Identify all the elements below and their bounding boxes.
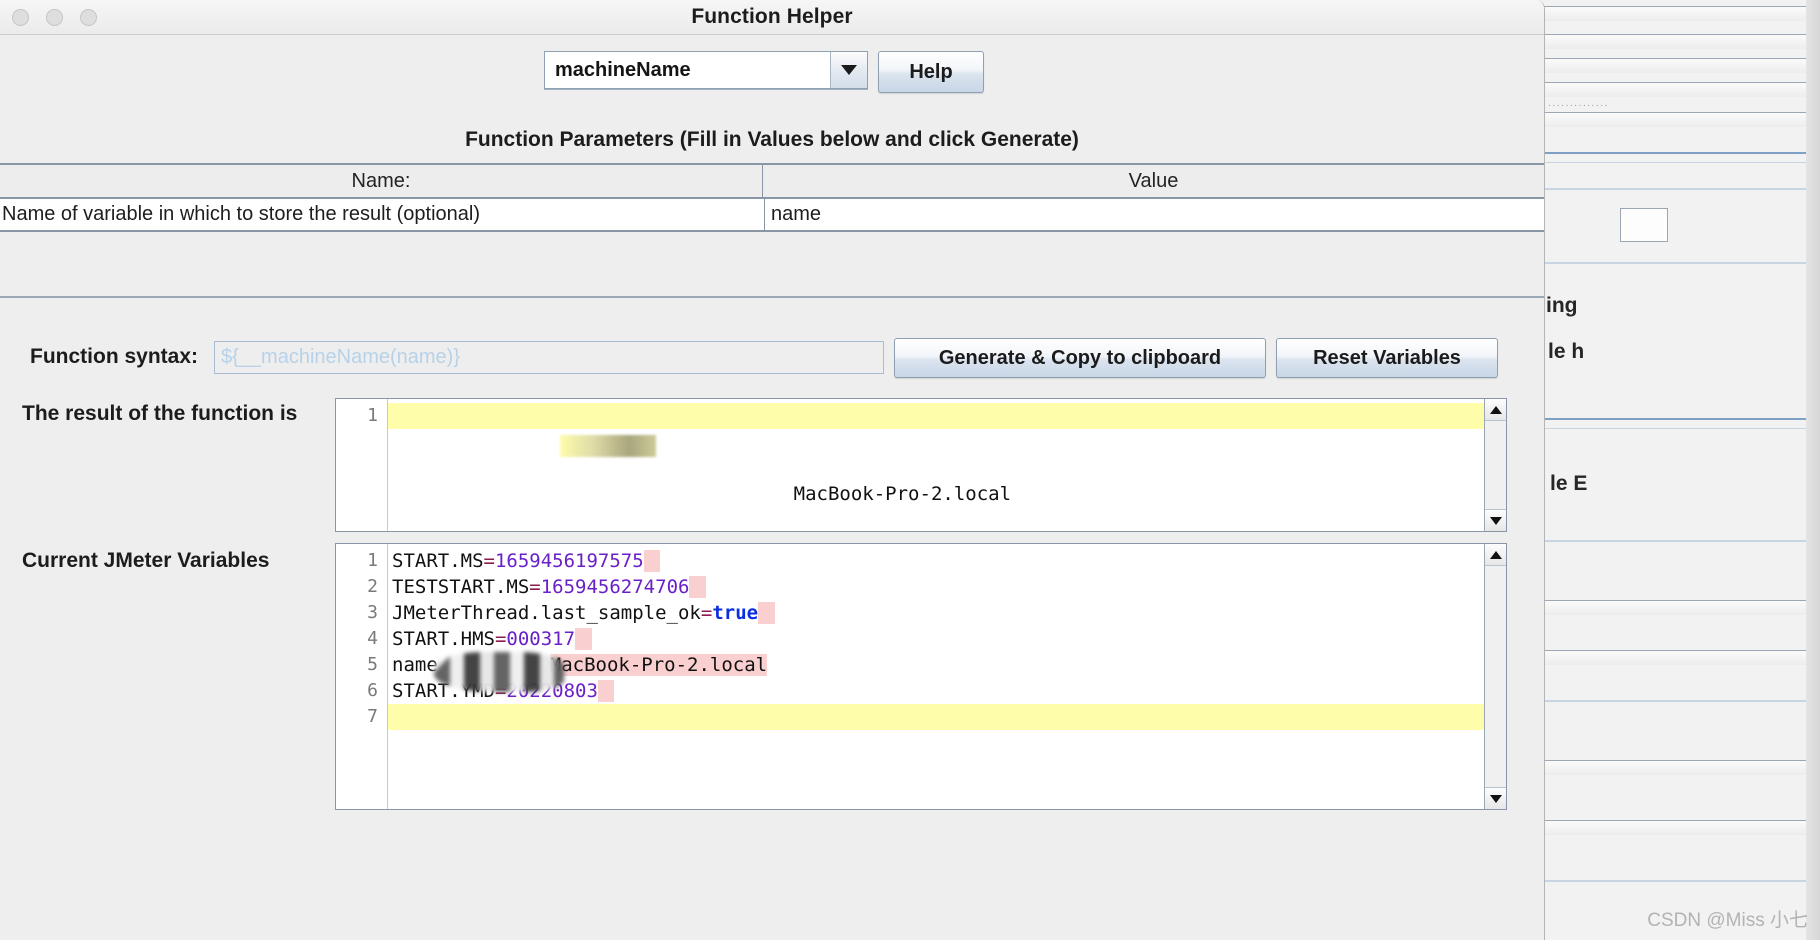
variable-key: TESTSTART.MS (392, 576, 530, 598)
triangle-down-icon[interactable] (1485, 787, 1506, 809)
watermark: CSDN @Miss 小七 (1647, 910, 1808, 931)
background-field[interactable] (1620, 208, 1668, 242)
background-fragment-3: le E (1550, 472, 1588, 495)
title-bar[interactable]: Function Helper (0, 0, 1544, 35)
window-title: Function Helper (691, 5, 853, 28)
function-syntax-label: Function syntax: (30, 345, 199, 368)
chevron-down-icon[interactable] (831, 52, 867, 88)
generate-copy-button[interactable]: Generate & Copy to clipboard (894, 338, 1266, 378)
table-row[interactable]: Name of variable in which to store the r… (0, 199, 1544, 232)
variable-value: 1659456197575 (494, 550, 644, 572)
variable-line: TESTSTART.MS=1659456274706 (388, 574, 1506, 600)
function-syntax-input[interactable]: ${__machineName(name)} (214, 341, 884, 374)
variables-code-area[interactable]: START.MS=1659456197575 TESTSTART.MS=1659… (388, 544, 1506, 809)
triangle-down-icon[interactable] (1485, 509, 1506, 531)
result-line: MacBook-Pro-2.local (388, 403, 1506, 505)
line-number: 3 (367, 602, 378, 623)
variable-line-empty (388, 704, 1506, 730)
variable-line: name MacBook-Pro-2.local (388, 652, 1506, 692)
parameter-value-cell[interactable]: name (765, 199, 1544, 230)
variables-line-numbers: 1 2 3 4 5 6 7 (336, 544, 388, 809)
line-number: 6 (367, 680, 378, 701)
variables-scrollbar[interactable] (1484, 544, 1506, 809)
line-number: 4 (367, 628, 378, 649)
screen: ·············· ing le h le E Function He… (0, 0, 1820, 940)
result-scrollbar[interactable] (1484, 399, 1506, 531)
table-header-row: Name: Value (0, 163, 1544, 199)
desktop-edge-shade (1806, 0, 1820, 940)
function-parameters-title: Function Parameters (Fill in Values belo… (465, 128, 1079, 151)
triangle-up-icon[interactable] (1485, 399, 1506, 421)
parameter-name-cell: Name of variable in which to store the r… (0, 199, 765, 230)
redacted-block (434, 652, 564, 692)
background-window[interactable]: ·············· ing le h le E (1536, 0, 1820, 940)
variable-key: START.HMS (392, 628, 495, 650)
background-fragment-2: le h (1548, 340, 1585, 363)
result-line-numbers: 1 (336, 399, 388, 531)
variable-key: name (392, 654, 438, 676)
line-number: 1 (367, 405, 378, 426)
result-code-area[interactable]: MacBook-Pro-2.local (388, 399, 1506, 531)
variable-line: JMeterThread.last_sample_ok=true (388, 600, 1506, 626)
column-header-value: Value (1128, 169, 1179, 192)
column-header-name: Name: (0, 165, 763, 197)
redacted-block (560, 435, 657, 457)
variables-editor[interactable]: 1 2 3 4 5 6 7 START.MS=1659456197575 TES… (335, 543, 1507, 810)
background-fragment-1: ing (1546, 294, 1578, 317)
variable-key: START.MS (392, 550, 484, 572)
result-label: The result of the function is (22, 402, 298, 425)
dotted-separator: ·············· (1548, 100, 1609, 111)
help-button[interactable]: Help (878, 51, 984, 93)
function-dropdown[interactable]: machineName (544, 51, 868, 89)
result-text: MacBook-Pro-2.local (793, 483, 1012, 505)
line-number: 5 (367, 654, 378, 675)
function-selector-bar: machineName Help (0, 35, 1544, 97)
line-number: 7 (367, 706, 378, 727)
result-editor[interactable]: 1 MacBook-Pro-2.local (335, 398, 1507, 532)
section-divider (0, 296, 1544, 298)
current-variables-label: Current JMeter Variables (22, 549, 270, 572)
variable-value: 000317 (506, 628, 576, 650)
variable-value: 1659456274706 (540, 576, 690, 598)
function-dropdown-value: machineName (545, 52, 831, 88)
triangle-up-icon[interactable] (1485, 544, 1506, 566)
reset-variables-button[interactable]: Reset Variables (1276, 338, 1498, 378)
variable-key: JMeterThread.last_sample_ok (392, 602, 701, 624)
table-empty-area (0, 232, 1544, 302)
variable-line: START.MS=1659456197575 (388, 548, 1506, 574)
line-number: 2 (367, 576, 378, 597)
variable-line: START.HMS=000317 (388, 626, 1506, 652)
line-number: 1 (367, 550, 378, 571)
variable-value: MacBook-Pro-2.local (549, 654, 768, 676)
function-helper-window: Function Helper machineName Help Functio… (0, 0, 1545, 940)
variable-value: true (712, 602, 759, 624)
parameters-table: Name: Value Name of variable in which to… (0, 163, 1544, 302)
